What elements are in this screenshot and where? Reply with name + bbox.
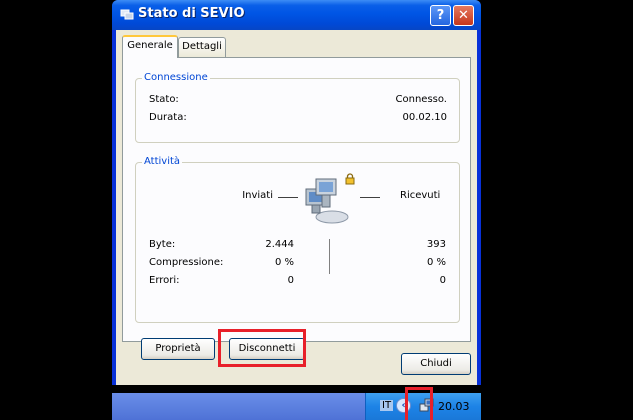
tab-label: Generale xyxy=(127,40,173,51)
close-icon: ✕ xyxy=(458,8,469,23)
row-label: Byte: xyxy=(149,239,176,250)
tab-panel-generale: Connessione Stato: Connesso. Durata: 00.… xyxy=(122,57,471,367)
lock-icon xyxy=(345,173,355,185)
taskbar-area xyxy=(112,393,365,420)
received-line xyxy=(360,197,380,198)
row-label: Errori: xyxy=(149,275,180,286)
duration-value: 00.02.10 xyxy=(402,112,447,123)
help-button[interactable]: ? xyxy=(430,5,451,26)
status-label: Stato: xyxy=(149,94,179,105)
tab-label: Dettagli xyxy=(182,41,222,52)
close-button[interactable]: Chiudi xyxy=(401,353,471,375)
tray-highlight-box xyxy=(405,387,433,420)
background-right xyxy=(481,0,633,420)
row-sent-value: 0 xyxy=(287,275,294,286)
sent-label: Inviati xyxy=(242,190,273,201)
row-received-value: 0 % xyxy=(426,257,446,268)
close-window-button[interactable]: ✕ xyxy=(453,5,474,26)
sent-line xyxy=(278,197,298,198)
row-sent-value: 0 % xyxy=(274,257,294,268)
background-left xyxy=(0,0,112,420)
row-received-value: 393 xyxy=(426,239,446,250)
activity-divider xyxy=(329,239,330,274)
language-indicator[interactable]: IT xyxy=(380,400,394,411)
tab-dettagli[interactable]: Dettagli xyxy=(178,37,226,57)
row-sent-value: 2.444 xyxy=(265,239,294,250)
row-received-value: 0 xyxy=(439,275,446,286)
row-label: Compressione: xyxy=(149,257,224,268)
connection-legend: Connessione xyxy=(142,72,210,83)
dialog-client-area: Generale Dettagli Connessione Stato: Con… xyxy=(116,30,477,385)
activity-legend: Attività xyxy=(142,156,183,167)
title-bar[interactable]: Stato di SEVIO ? ✕ xyxy=(112,0,481,30)
activity-group: Attività Inviati Ricevuti Byte: 2.444 39… xyxy=(135,156,460,323)
highlight-box xyxy=(218,329,306,367)
help-icon: ? xyxy=(436,8,445,23)
status-value: Connesso. xyxy=(395,94,447,105)
tab-generale[interactable]: Generale xyxy=(122,35,178,58)
window-title: Stato di SEVIO xyxy=(138,6,245,21)
status-dialog: Stato di SEVIO ? ✕ Generale Dettagli Con… xyxy=(112,0,481,385)
received-label: Ricevuti xyxy=(400,190,441,201)
clock: 20.03 xyxy=(438,400,470,413)
properties-button[interactable]: Proprietà xyxy=(141,338,215,360)
duration-label: Durata: xyxy=(149,112,187,123)
network-icon xyxy=(120,9,134,20)
connection-group: Connessione Stato: Connesso. Durata: 00.… xyxy=(135,72,460,143)
